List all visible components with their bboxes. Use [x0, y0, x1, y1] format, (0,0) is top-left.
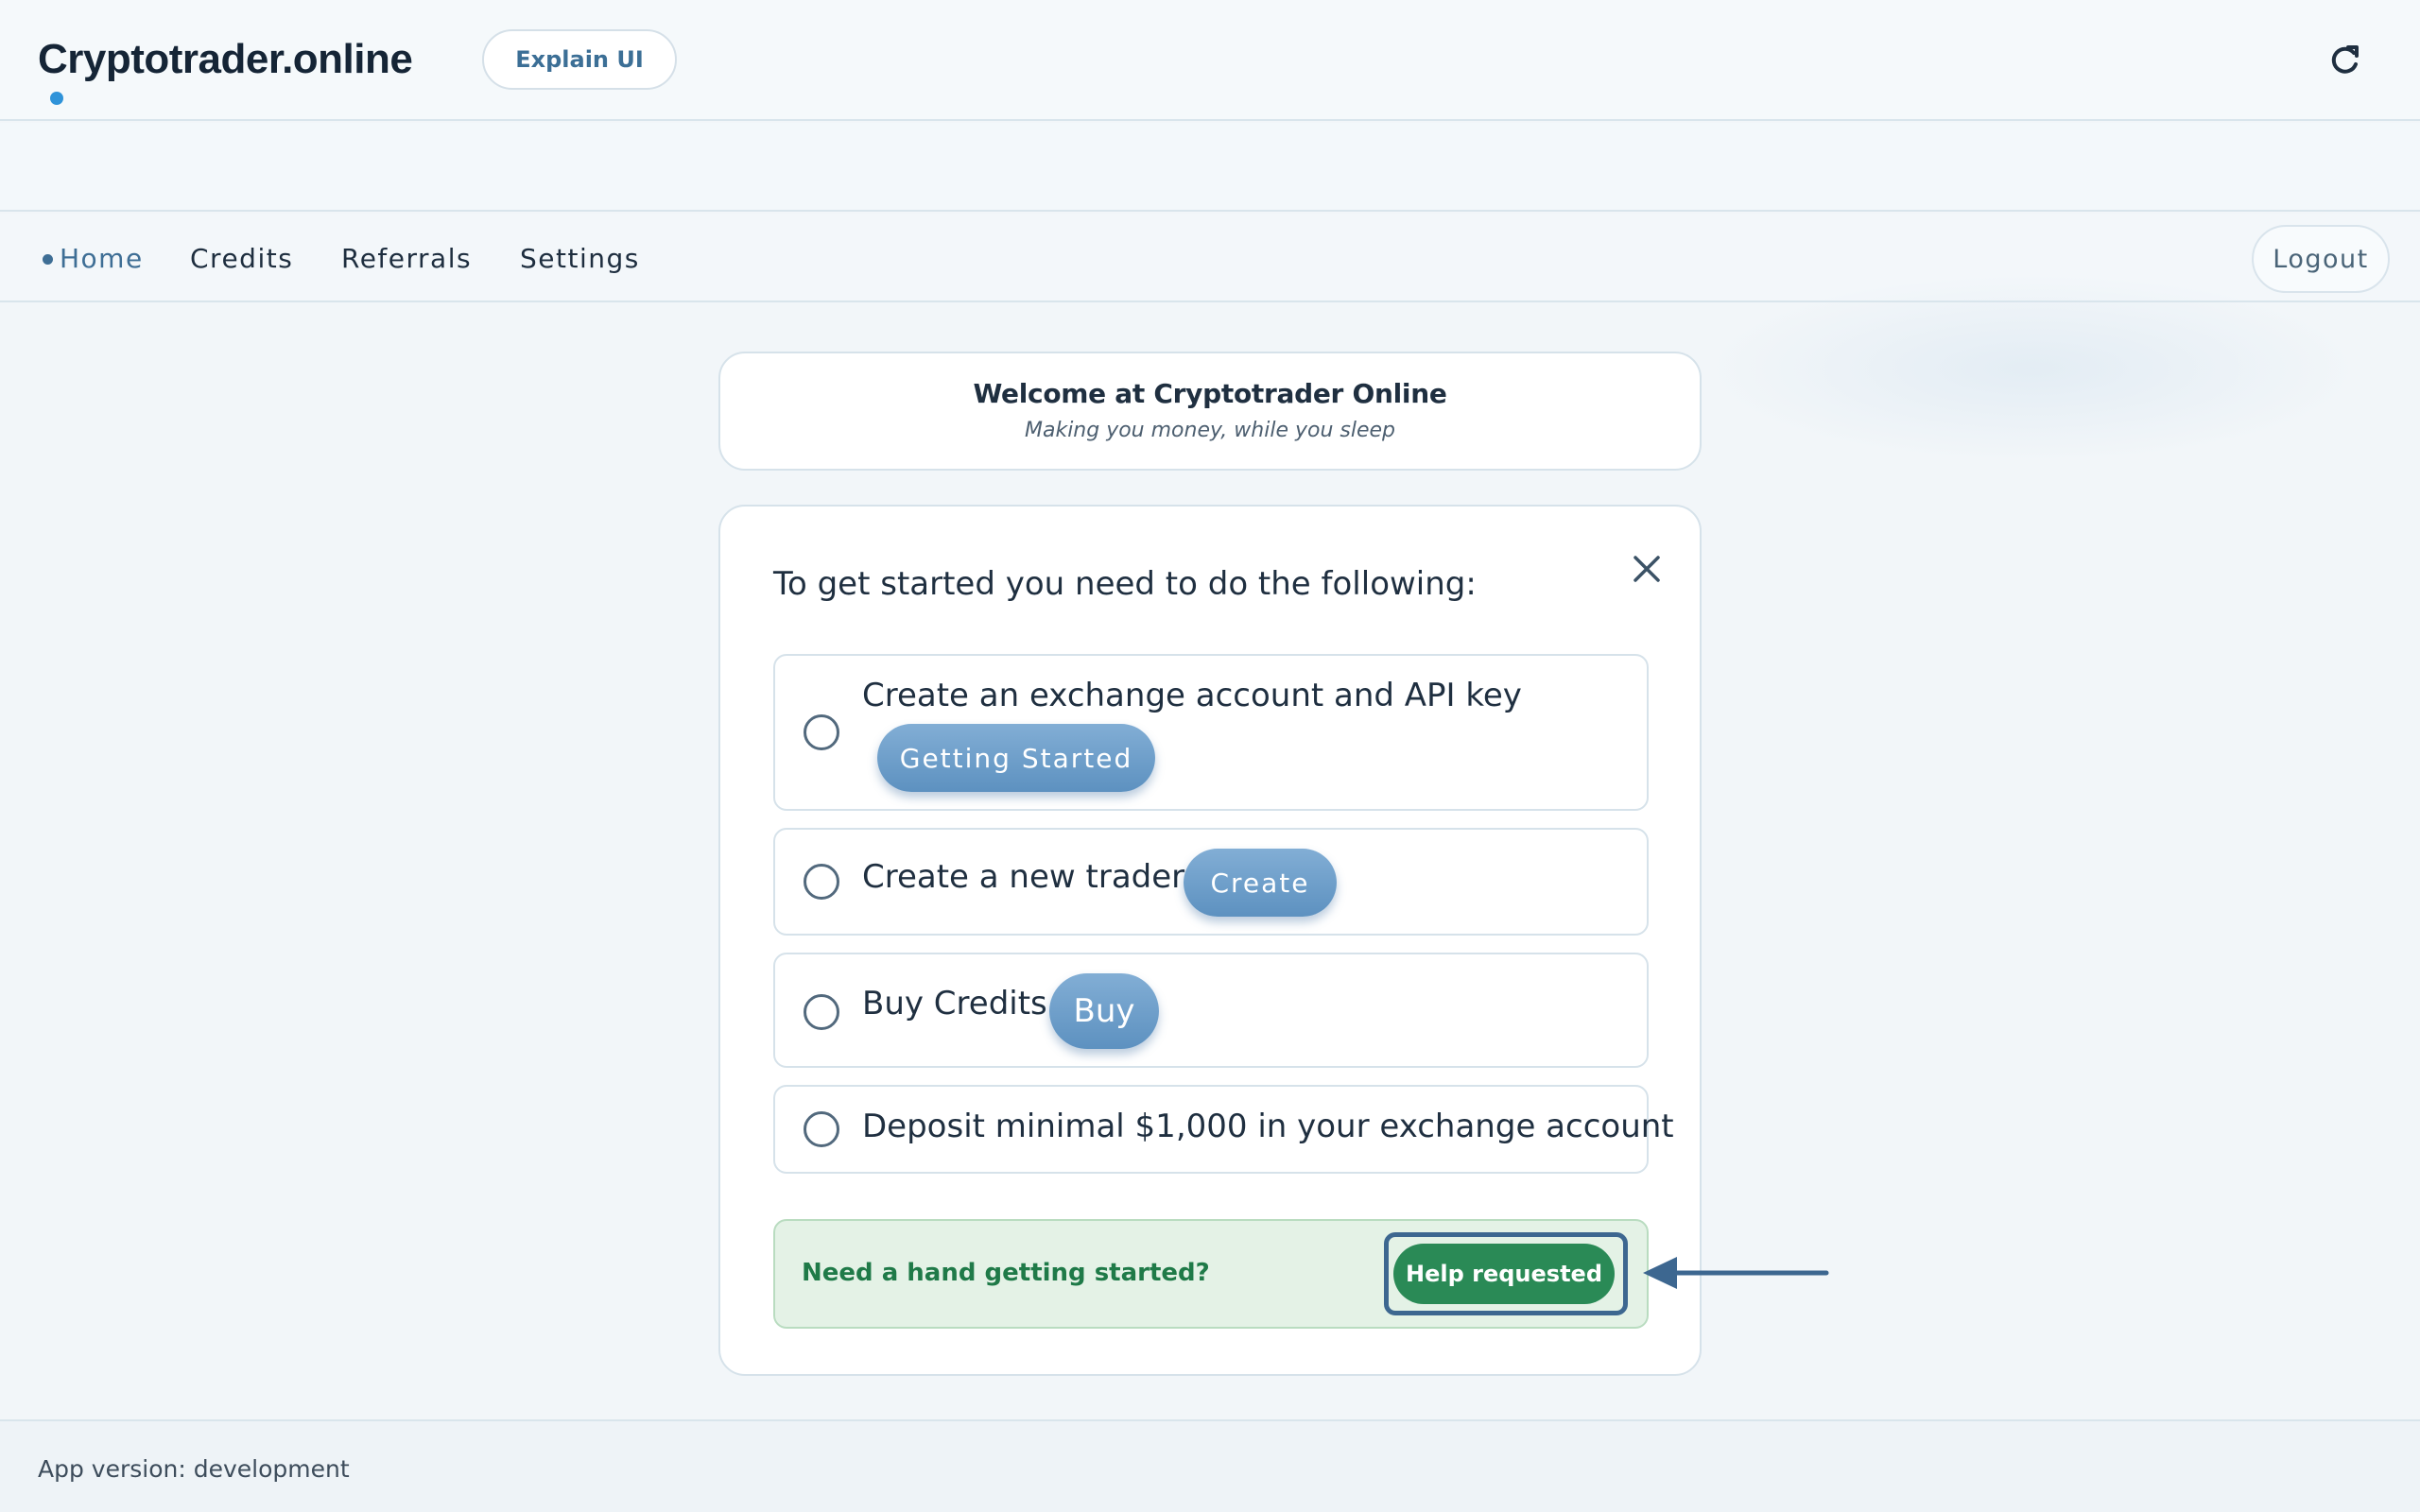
close-icon[interactable]: [1628, 550, 1666, 588]
nav-item-credits[interactable]: Credits: [190, 243, 293, 274]
brand-logo[interactable]: Cryptotrader.online: [38, 36, 413, 105]
nav-item-home[interactable]: Home: [60, 243, 144, 274]
step-buy-credits: Buy Credits Buy: [773, 953, 1649, 1068]
pointer-arrow-icon: [1643, 1257, 1829, 1289]
create-trader-button[interactable]: Create: [1184, 849, 1337, 917]
step-new-trader: Create a new trader Create: [773, 828, 1649, 936]
step-4-text: Deposit minimal $1,000 in your exchange …: [862, 1108, 1674, 1145]
top-bar: Cryptotrader.online Explain UI: [0, 0, 2420, 121]
logout-button[interactable]: Logout: [2252, 225, 2390, 293]
brand-title: Cryptotrader.online: [38, 36, 413, 82]
welcome-subtitle: Making you money, while you sleep: [1024, 419, 1395, 442]
footer: App version: development: [0, 1419, 2420, 1512]
step-exchange-account: Create an exchange account and API key G…: [773, 654, 1649, 811]
step-4-checkbox[interactable]: [804, 1111, 839, 1147]
app-version: App version: development: [38, 1455, 350, 1483]
nav-item-settings[interactable]: Settings: [520, 243, 640, 274]
welcome-card: Welcome at Cryptotrader Online Making yo…: [718, 352, 1702, 471]
step-2-checkbox[interactable]: [804, 864, 839, 900]
getting-started-button[interactable]: Getting Started: [877, 724, 1155, 792]
help-requested-button[interactable]: Help requested: [1393, 1244, 1615, 1304]
step-2-text: Create a new trader: [862, 858, 1185, 896]
explain-ui-button[interactable]: Explain UI: [482, 29, 677, 90]
buy-credits-button[interactable]: Buy: [1049, 973, 1159, 1049]
welcome-title: Welcome at Cryptotrader Online: [973, 378, 1447, 409]
step-3-checkbox[interactable]: [804, 994, 839, 1030]
header-band: [0, 123, 2420, 212]
active-indicator-dot: [43, 254, 53, 265]
step-3-text: Buy Credits: [862, 985, 1047, 1022]
nav-item-referrals[interactable]: Referrals: [341, 243, 472, 274]
background-glow: [1702, 274, 2363, 463]
step-1-checkbox[interactable]: [804, 714, 839, 750]
getting-started-title: To get started you need to do the follow…: [773, 565, 1477, 603]
getting-started-card: To get started you need to do the follow…: [718, 505, 1702, 1376]
step-1-text: Create an exchange account and API key: [862, 677, 1522, 714]
step-deposit: Deposit minimal $1,000 in your exchange …: [773, 1085, 1674, 1174]
help-text: Need a hand getting started?: [802, 1259, 1210, 1287]
help-banner: Need a hand getting started? Help reques…: [773, 1219, 1649, 1329]
refresh-icon[interactable]: [2325, 42, 2363, 79]
